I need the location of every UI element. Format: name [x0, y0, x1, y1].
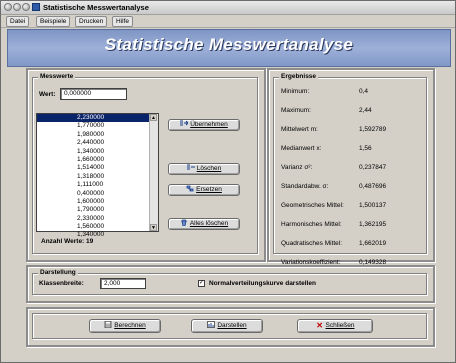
list-item[interactable]: 2,440000	[37, 139, 158, 147]
chart-icon	[207, 321, 216, 328]
transfer-icon	[180, 120, 189, 126]
delete-entry-icon	[186, 164, 195, 170]
list-item[interactable]: 1,514000	[37, 164, 158, 172]
result-label: Mittelwert m:	[281, 126, 318, 133]
result-value: 1,56	[359, 145, 372, 152]
ersetzen-label: Ersetzen	[196, 186, 222, 193]
list-item[interactable]: 1,318000	[37, 173, 158, 181]
schliessen-button[interactable]: ✕ Schließen	[297, 319, 373, 333]
uebernehmen-button[interactable]: Übernehmen	[168, 119, 240, 131]
header-banner: Statistische Messwertanalyse	[7, 29, 451, 67]
alles-loeschen-button[interactable]: Alles löschen	[168, 218, 240, 230]
alles-loeschen-label: Alles löschen	[189, 220, 229, 227]
app-window: Statistische Messwertanalyse Datei Beisp…	[0, 0, 456, 363]
window-title: Statistische Messwertanalyse	[43, 3, 149, 12]
normalverteilung-label[interactable]: Normalverteilungskurve darstellen	[209, 280, 316, 287]
normalverteilung-checkbox[interactable]: ✓	[198, 280, 205, 287]
scroll-up-icon[interactable]: ▲	[150, 114, 157, 121]
berechnen-button[interactable]: Berechnen	[89, 319, 161, 333]
ersetzen-button[interactable]: Ersetzen	[168, 184, 240, 196]
list-item[interactable]: 0,400000	[37, 190, 158, 198]
result-value: 1,592789	[359, 126, 387, 133]
replace-icon	[186, 185, 194, 192]
menu-drucken[interactable]: Drucken	[75, 16, 108, 27]
result-value: 0,237847	[359, 164, 387, 171]
schliessen-label: Schließen	[325, 322, 355, 329]
result-value: 1,362195	[359, 221, 387, 228]
list-item[interactable]: 1,790000	[37, 206, 158, 214]
close-x-icon: ✕	[316, 321, 323, 330]
result-value: 1,662019	[359, 240, 387, 247]
scroll-down-icon[interactable]: ▼	[150, 224, 157, 231]
result-label: Minimum:	[281, 88, 310, 95]
calculator-icon	[104, 321, 112, 328]
result-label: Geometrisches Mittel:	[281, 202, 344, 209]
list-item[interactable]: 1,340000	[37, 148, 158, 156]
close-window-button[interactable]	[4, 3, 12, 11]
list-item[interactable]: 1,600000	[37, 198, 158, 206]
berechnen-label: Berechnen	[114, 322, 146, 329]
loeschen-button[interactable]: Löschen	[168, 163, 240, 175]
messwerte-list[interactable]: 2,230000 1,770000 1,980000 2,440000 1,340000…	[36, 113, 159, 238]
result-value: 2,44	[359, 107, 372, 114]
menu-hilfe[interactable]: Hilfe	[112, 16, 134, 27]
app-icon	[32, 3, 40, 11]
minimize-window-button[interactable]	[13, 3, 21, 11]
list-item[interactable]: 1,980000	[37, 131, 158, 139]
darstellung-label: Darstellung	[38, 269, 78, 277]
checkmark-icon: ✓	[199, 280, 205, 286]
uebernehmen-label: Übernehmen	[190, 121, 228, 128]
list-item[interactable]: 2,330000	[37, 215, 158, 223]
klassenbreite-input[interactable]: 2,000	[100, 278, 146, 289]
result-label: Standardabw. σ:	[281, 183, 329, 190]
banner-heading: Statistische Messwertanalyse	[104, 35, 354, 54]
result-label: Maximum:	[281, 107, 311, 114]
result-value: 0,4	[359, 88, 369, 95]
result-label: Varianz σ²:	[281, 164, 313, 171]
ergebnisse-label: Ergebnisse	[279, 73, 319, 81]
list-item[interactable]: 2,230000	[37, 114, 158, 123]
anzahl-werte: Anzahl Werte: 19	[41, 238, 94, 245]
darstellen-button[interactable]: Darstellen	[191, 319, 263, 333]
result-value: 1,500137	[359, 202, 387, 209]
zoom-window-button[interactable]	[22, 3, 30, 11]
title-bar[interactable]: Statistische Messwertanalyse	[1, 1, 455, 15]
list-items: 2,230000 1,770000 1,980000 2,440000 1,340000…	[37, 114, 158, 240]
list-item[interactable]: 1,770000	[37, 122, 158, 130]
menu-datei[interactable]: Datei	[6, 16, 30, 27]
messwerte-label: Messwerte	[38, 73, 76, 81]
klassenbreite-label: Klassenbreite:	[39, 280, 84, 287]
list-item[interactable]: 1,660000	[37, 156, 158, 164]
loeschen-label: Löschen	[196, 165, 222, 172]
trash-icon	[180, 219, 187, 226]
result-label: Quadratisches Mittel:	[281, 240, 343, 247]
wert-input[interactable]: 0,000000	[60, 88, 127, 100]
list-item[interactable]: 1,111000	[37, 181, 158, 189]
menu-bar: Datei Beispiele Drucken Hilfe	[1, 15, 455, 28]
list-scrollbar[interactable]: ▲ ▼	[149, 114, 158, 231]
result-label: Medianwert x:	[281, 145, 322, 152]
wert-label: Wert:	[39, 91, 56, 98]
menu-beispiele[interactable]: Beispiele	[36, 16, 71, 27]
result-label: Harmonisches Mittel:	[281, 221, 342, 228]
result-value: 0,487696	[359, 183, 387, 190]
darstellen-label: Darstellen	[217, 322, 247, 329]
list-item[interactable]: 1,560000	[37, 223, 158, 231]
